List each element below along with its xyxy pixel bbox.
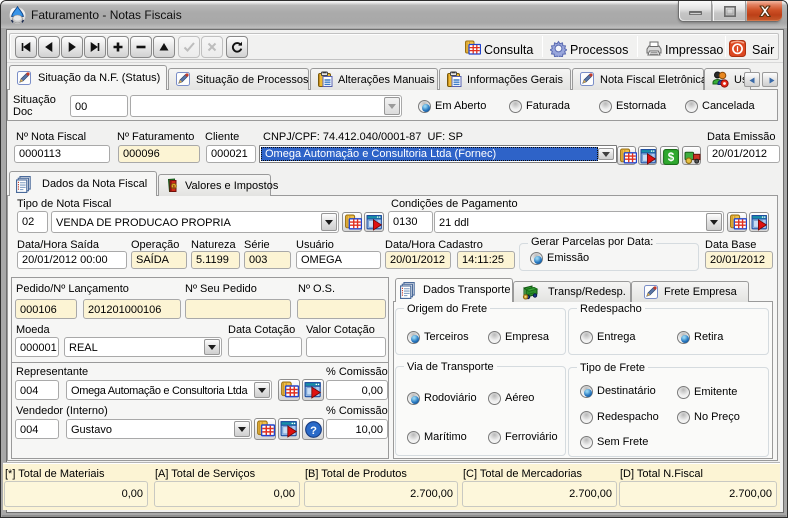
svg-text:$: $ xyxy=(668,151,675,164)
svg-text:?: ? xyxy=(310,425,317,437)
